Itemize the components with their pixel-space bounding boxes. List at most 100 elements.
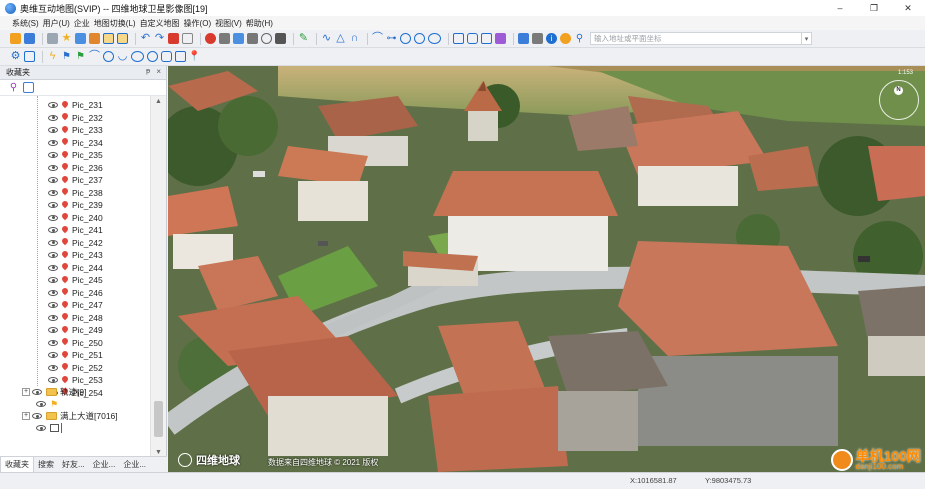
search-icon[interactable]: ⚲	[8, 82, 19, 93]
gear-icon[interactable]: ⚙	[10, 51, 21, 62]
visibility-eye-icon[interactable]	[48, 152, 58, 159]
arc-line-icon[interactable]: ⌒	[89, 51, 100, 62]
arc-icon[interactable]: ⌒	[372, 33, 383, 44]
visibility-eye-icon[interactable]	[36, 425, 46, 432]
restore-button[interactable]: ❐	[857, 0, 891, 16]
ruler-icon[interactable]: ⊶	[386, 33, 397, 44]
ring-icon[interactable]	[147, 51, 158, 62]
copy-icon[interactable]	[23, 82, 34, 93]
tree-folder-track[interactable]: + 轨迹[9]	[22, 386, 86, 399]
menu-map-switch[interactable]: 地图切换(L)	[94, 18, 136, 29]
search-dropdown-button[interactable]: ▾	[802, 32, 812, 45]
close-button[interactable]: ✕	[891, 0, 925, 16]
tree-item-pic[interactable]: Pic_231	[48, 99, 103, 112]
tree-item-pic[interactable]: Pic_235	[48, 149, 103, 162]
tree-item-pic[interactable]: Pic_243	[48, 249, 103, 262]
search-input[interactable]: 输入地址或平面坐标	[590, 32, 802, 45]
users-icon[interactable]	[47, 33, 58, 44]
visibility-eye-icon[interactable]	[48, 302, 58, 309]
menu-view[interactable]: 视图(V)	[215, 18, 242, 29]
tree-item-pic[interactable]: Pic_232	[48, 112, 103, 125]
measure-icon[interactable]	[117, 33, 128, 44]
line-icon[interactable]: ∿	[321, 33, 332, 44]
tab-enterprise-2[interactable]: 企业...	[119, 457, 150, 473]
tree-item-pic[interactable]: Pic_244	[48, 262, 103, 275]
tree-item-pic[interactable]: Pic_248	[48, 312, 103, 325]
scroll-up-icon[interactable]: ▲	[155, 98, 162, 105]
tree-item-pic[interactable]: Pic_234	[48, 137, 103, 150]
map-view-icon[interactable]	[103, 33, 114, 44]
map-view[interactable]: 1:153 N 四维地球 数据来自四维地球 © 2021 版权 单机100网 d…	[168, 66, 925, 472]
visibility-eye-icon[interactable]	[48, 239, 58, 246]
location-icon[interactable]	[560, 33, 571, 44]
redo-icon[interactable]: ↷	[154, 33, 165, 44]
select-icon[interactable]	[182, 33, 193, 44]
expand-icon[interactable]: +	[22, 388, 30, 397]
visibility-eye-icon[interactable]	[48, 227, 58, 234]
tab-favorites[interactable]: 收藏夹	[0, 456, 34, 473]
visibility-eye-icon[interactable]	[48, 364, 58, 371]
visibility-eye-icon[interactable]	[48, 139, 58, 146]
visibility-eye-icon[interactable]	[48, 377, 58, 384]
tree-item-pic[interactable]: Pic_246	[48, 287, 103, 300]
visibility-eye-icon[interactable]	[32, 413, 42, 420]
rounded-box-icon[interactable]	[161, 51, 172, 62]
tree-item-new[interactable]	[36, 422, 62, 435]
pin-blue-icon[interactable]: ⚑	[61, 51, 72, 62]
minimize-button[interactable]: –	[823, 0, 857, 16]
visibility-eye-icon[interactable]	[36, 401, 46, 408]
search-icon[interactable]: ⚲	[574, 33, 585, 44]
square-icon[interactable]	[481, 33, 492, 44]
clock-icon[interactable]	[261, 33, 272, 44]
star-icon[interactable]: ★	[61, 33, 72, 44]
panel-pin-icon[interactable]: ᵽ	[146, 68, 150, 75]
visibility-eye-icon[interactable]	[48, 277, 58, 284]
tab-enterprise-1[interactable]: 企业...	[89, 457, 120, 473]
delete-icon[interactable]	[168, 33, 179, 44]
visibility-eye-icon[interactable]	[32, 389, 42, 396]
info-icon[interactable]: i	[546, 33, 557, 44]
tree-item-pic[interactable]: Pic_253	[48, 374, 103, 387]
menu-enterprise[interactable]: 企业	[74, 18, 90, 29]
visibility-eye-icon[interactable]	[48, 327, 58, 334]
tree-vertical-scrollbar[interactable]: ▲ ▼	[150, 96, 166, 458]
menu-system[interactable]: 系统(S)	[12, 18, 39, 29]
tree-item-pic[interactable]: Pic_241	[48, 224, 103, 237]
square-draw-icon[interactable]	[175, 51, 186, 62]
video-icon[interactable]	[275, 33, 286, 44]
visibility-eye-icon[interactable]	[48, 214, 58, 221]
rectangle-icon[interactable]	[453, 33, 464, 44]
undo-icon[interactable]: ↶	[140, 33, 151, 44]
visibility-eye-icon[interactable]	[48, 289, 58, 296]
tab-search[interactable]: 搜索	[34, 457, 58, 473]
tree-item-pic[interactable]: Pic_242	[48, 237, 103, 250]
open-folder-icon[interactable]	[10, 33, 21, 44]
visibility-eye-icon[interactable]	[48, 177, 58, 184]
layers-icon[interactable]	[89, 33, 100, 44]
page-icon[interactable]	[24, 51, 35, 62]
favorites-icon[interactable]	[75, 33, 86, 44]
scroll-thumb[interactable]	[154, 401, 163, 437]
circle-draw-icon[interactable]	[103, 51, 114, 62]
tree-item-pic[interactable]: Pic_239	[48, 199, 103, 212]
tree-item-pic[interactable]: Pic_240	[48, 212, 103, 225]
oval-icon[interactable]	[428, 33, 441, 44]
marker-icon[interactable]	[205, 33, 216, 44]
curve-icon[interactable]: ∩	[349, 33, 360, 44]
push-pin-icon[interactable]: 📍	[188, 51, 200, 62]
tab-friends[interactable]: 好友...	[58, 457, 89, 473]
ellipse-draw-icon[interactable]	[131, 51, 144, 62]
pin-tool-icon[interactable]: ✎	[298, 33, 309, 44]
visibility-eye-icon[interactable]	[48, 114, 58, 121]
print-icon[interactable]	[247, 33, 258, 44]
tree-item-pic[interactable]: Pic_251	[48, 349, 103, 362]
menu-user[interactable]: 用户(U)	[43, 18, 70, 29]
expand-icon[interactable]: +	[22, 412, 30, 421]
pin-green-icon[interactable]: ⚑	[75, 51, 86, 62]
path-icon[interactable]	[233, 33, 244, 44]
tree-item-pic[interactable]: Pic_245	[48, 274, 103, 287]
visibility-eye-icon[interactable]	[48, 314, 58, 321]
pencil-icon[interactable]	[219, 33, 230, 44]
visibility-eye-icon[interactable]	[48, 189, 58, 196]
tree-item-pic[interactable]: Pic_247	[48, 299, 103, 312]
